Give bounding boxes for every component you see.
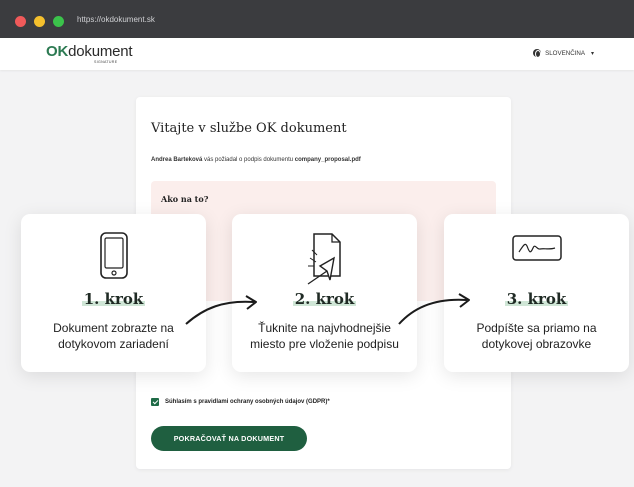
- step-3-description: Podpíšte sa priamo na dotykovej obrazovk…: [476, 321, 597, 351]
- signature-request-text: Andrea Barteková vás požiadal o podpis d…: [151, 157, 361, 163]
- howto-title: Ako na to?: [161, 194, 209, 204]
- request-text: vás požiadal o podpis dokumentu: [202, 157, 295, 163]
- logo-text: dokument: [68, 43, 133, 60]
- document-name: company_proposal.pdf: [294, 157, 361, 163]
- globe-icon: [533, 49, 542, 58]
- gdpr-label: Súhlasím s pravidlami ochrany osobných ú…: [165, 399, 330, 405]
- logo-ok: OK: [46, 43, 69, 60]
- address-bar[interactable]: https://okdokument.sk: [77, 15, 155, 24]
- step-1-description: Dokument zobrazte na dotykovom zariadení: [53, 321, 174, 351]
- language-selector[interactable]: SLOVENČINA ▾: [533, 49, 594, 58]
- gdpr-consent[interactable]: Súhlasím s pravidlami ochrany osobných ú…: [151, 398, 330, 406]
- step-1-title: 1. krok: [81, 290, 146, 308]
- requester-name: Andrea Barteková: [151, 157, 203, 163]
- signature-screen-icon: [444, 228, 629, 286]
- arrow-step2-to-step3-icon: [398, 293, 470, 325]
- chevron-down-icon: ▾: [590, 50, 594, 57]
- minimize-window-button[interactable]: [34, 16, 45, 27]
- language-label: SLOVENČINA: [545, 49, 585, 57]
- logo-subtitle: SIGNATURE: [94, 60, 118, 64]
- step-card-1: 1. krok Dokument zobrazte na dotykovom z…: [21, 214, 206, 372]
- continue-to-document-button[interactable]: POKRAČOVAŤ NA DOKUMENT: [151, 426, 307, 451]
- logo[interactable]: OKdokument SIGNATURE: [46, 43, 133, 64]
- close-window-button[interactable]: [15, 16, 26, 27]
- arrow-step1-to-step2-icon: [185, 295, 257, 325]
- tap-document-icon: [232, 228, 417, 286]
- page-title: Vitajte v službe OK dokument: [151, 121, 347, 136]
- browser-toolbar: https://okdokument.sk: [0, 0, 634, 38]
- step-2-description: Ťuknite na najvhodnejšie miesto pre vlož…: [250, 321, 399, 351]
- maximize-window-button[interactable]: [53, 16, 64, 27]
- gdpr-checkbox[interactable]: [151, 398, 159, 406]
- phone-icon: [21, 228, 206, 286]
